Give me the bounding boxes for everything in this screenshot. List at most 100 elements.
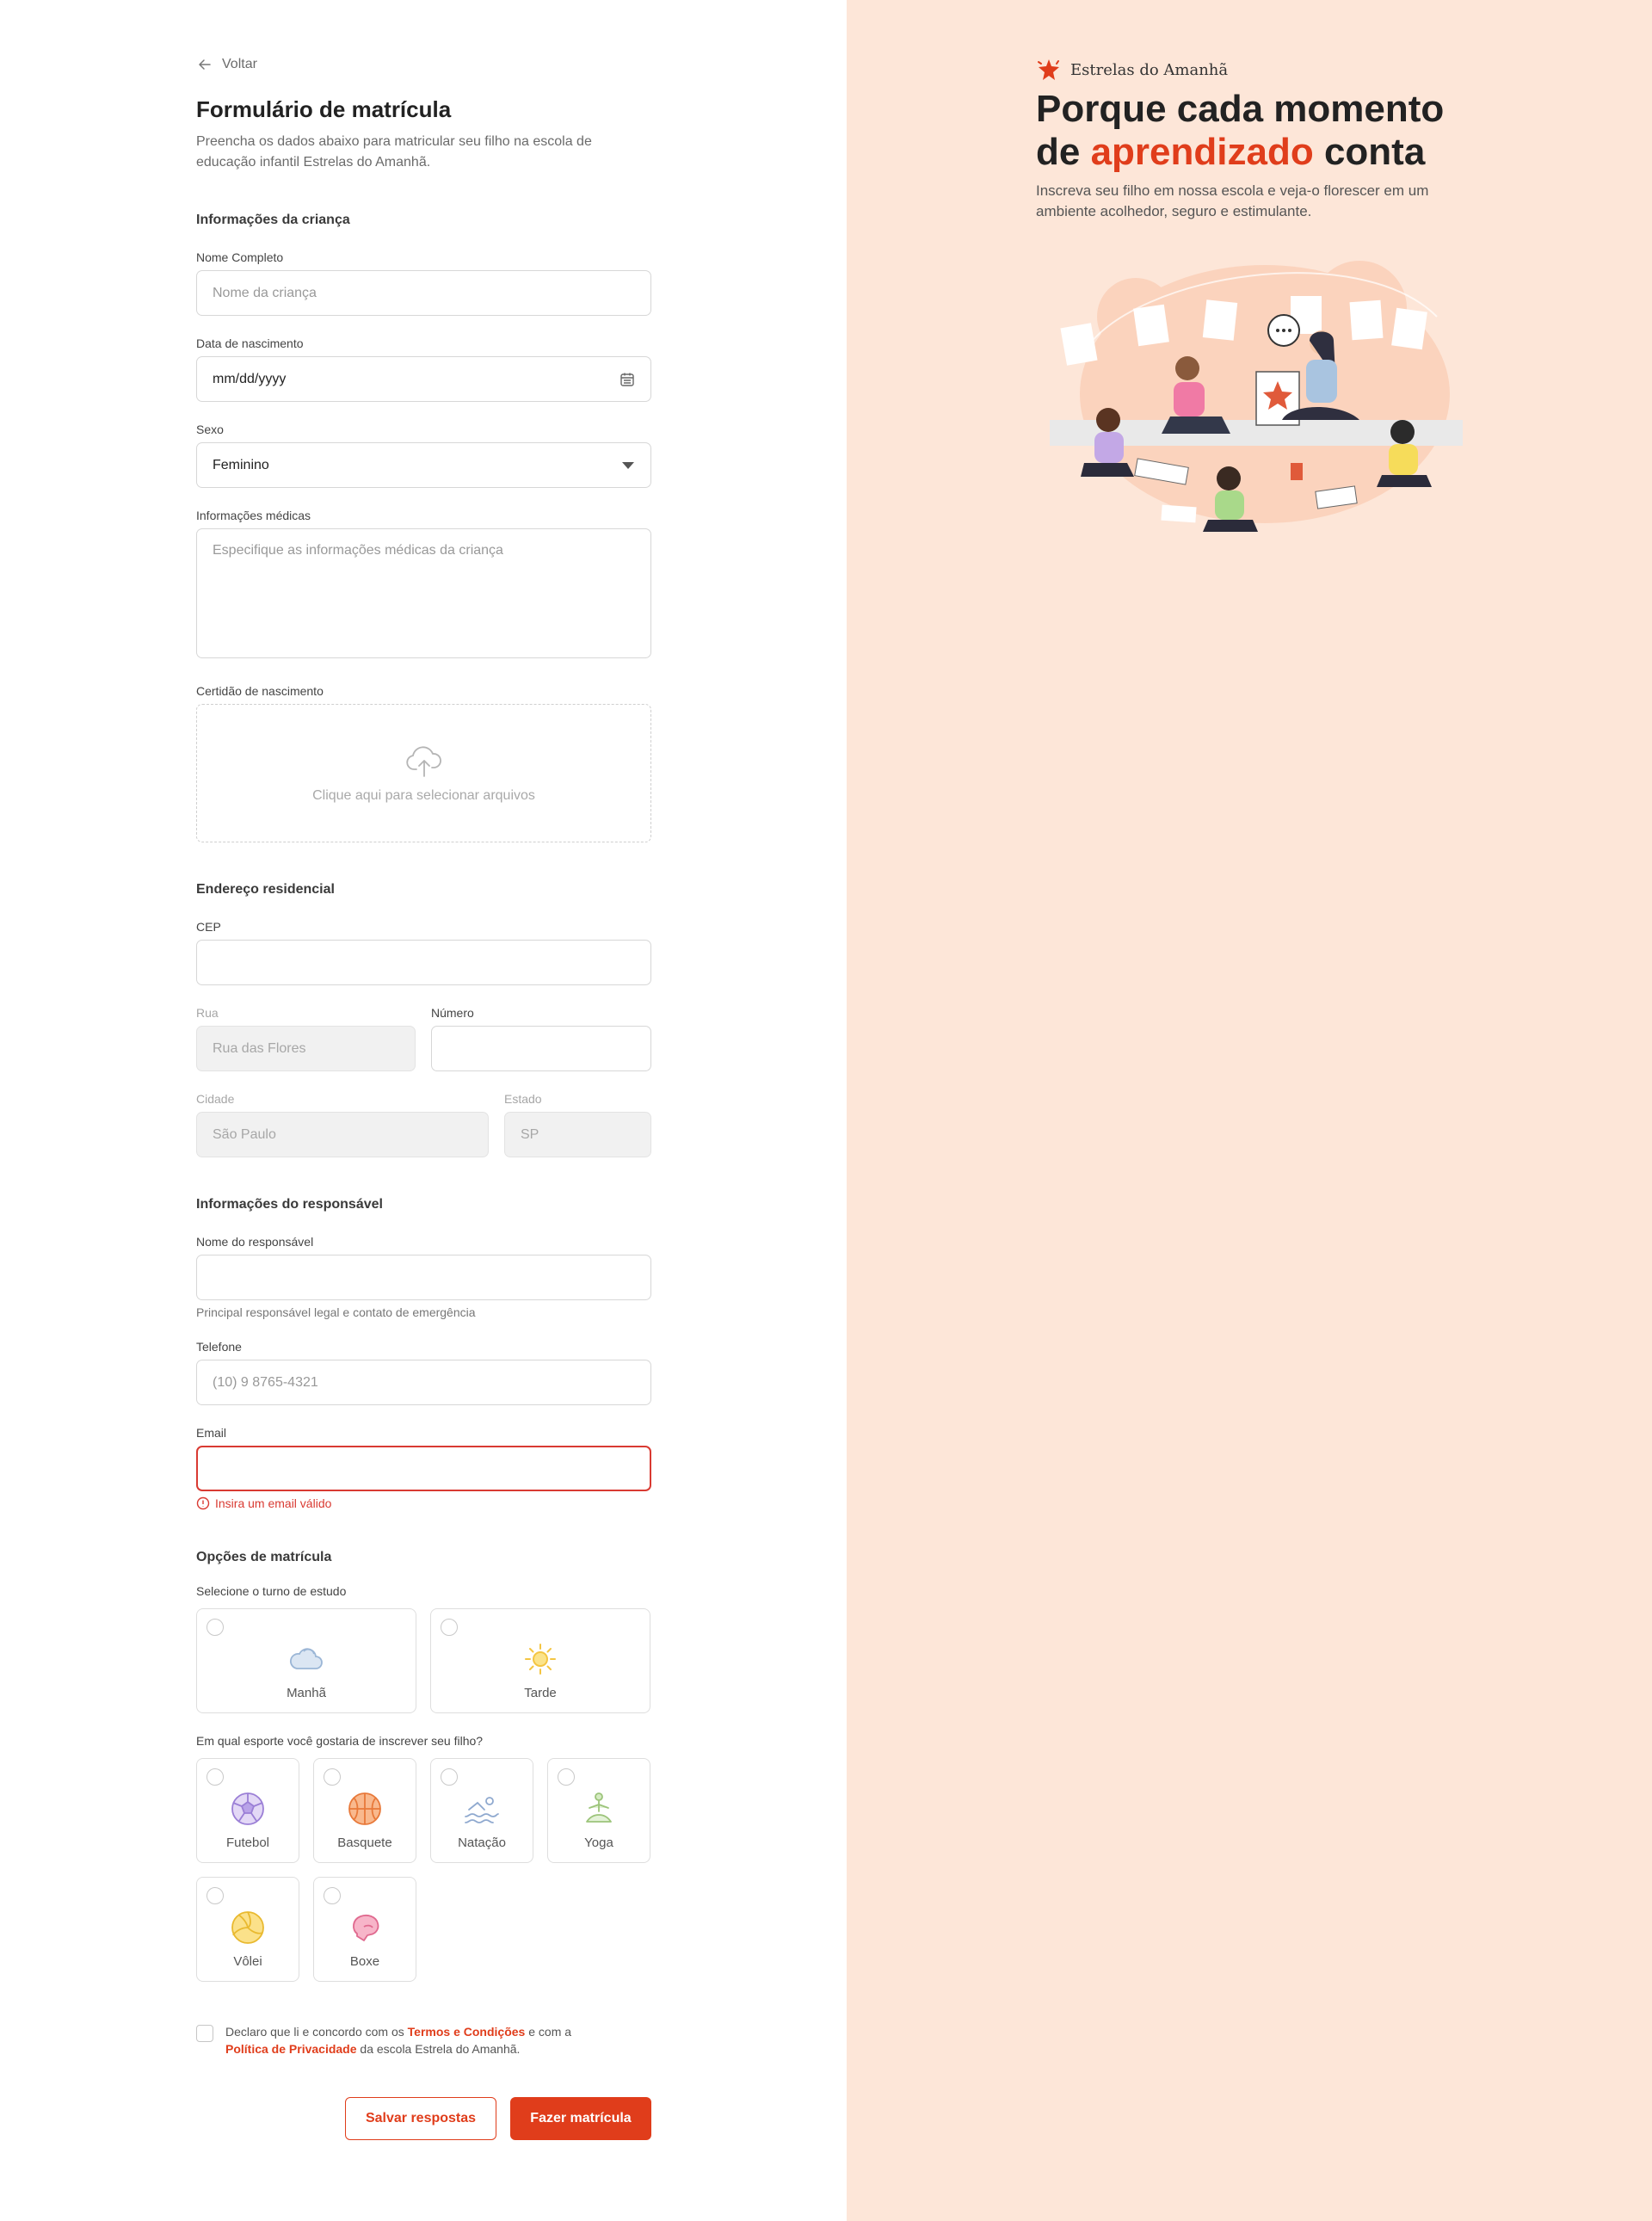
back-label: Voltar bbox=[222, 57, 257, 71]
shift-label-afternoon: Tarde bbox=[524, 1686, 557, 1700]
sport-label-boxing: Boxe bbox=[349, 1954, 380, 1969]
email-input[interactable] bbox=[196, 1446, 651, 1491]
soccer-ball-icon bbox=[231, 1792, 264, 1825]
guardian-name-label: Nome do responsável bbox=[196, 1235, 314, 1249]
sport-label-volleyball: Vôlei bbox=[233, 1954, 262, 1969]
boxing-glove-icon bbox=[353, 1914, 379, 1941]
shift-label-morning: Manhã bbox=[287, 1686, 326, 1700]
city-value: São Paulo bbox=[213, 1126, 276, 1142]
state-value: SP bbox=[521, 1126, 539, 1142]
hero-title-line-2: de aprendizado conta bbox=[1036, 131, 1518, 174]
sport-label-yoga: Yoga bbox=[584, 1835, 613, 1850]
sport-radio-volleyball[interactable] bbox=[206, 1887, 224, 1904]
shift-radio-afternoon[interactable] bbox=[441, 1619, 458, 1636]
sport-card-yoga[interactable]: Yoga bbox=[547, 1758, 650, 1863]
basketball-icon bbox=[348, 1792, 381, 1825]
cep-input[interactable] bbox=[196, 940, 651, 985]
section-enrollment: Opções de matrícula bbox=[196, 1550, 332, 1564]
sex-label: Sexo bbox=[196, 423, 224, 436]
birth-certificate-label: Certidão de nascimento bbox=[196, 684, 324, 698]
birth-date-input[interactable]: mm/dd/yyyy bbox=[196, 356, 651, 402]
sport-label: Em qual esporte você gostaria de inscrev… bbox=[196, 1734, 484, 1748]
sex-value: Feminino bbox=[213, 457, 269, 472]
terms-link[interactable]: Termos e Condições bbox=[408, 2025, 526, 2039]
terms-text: Declaro que li e concordo com os Termos … bbox=[225, 2023, 571, 2058]
terms-agreement: Declaro que li e concordo com os Termos … bbox=[196, 2023, 651, 2058]
swimmer-icon bbox=[465, 1797, 499, 1823]
caret-down-icon bbox=[621, 461, 635, 470]
submit-button[interactable]: Fazer matrícula bbox=[510, 2097, 651, 2140]
arrow-left-icon bbox=[199, 59, 211, 70]
sport-radio-boxing[interactable] bbox=[324, 1887, 341, 1904]
city-label: Cidade bbox=[196, 1092, 235, 1106]
guardian-name-input[interactable] bbox=[196, 1255, 651, 1300]
shift-radio-morning[interactable] bbox=[206, 1619, 224, 1636]
form-actions: Salvar respostas Fazer matrícula bbox=[196, 2097, 651, 2140]
file-upload-dropzone[interactable]: Clique aqui para selecionar arquivos bbox=[196, 704, 651, 842]
number-label: Número bbox=[431, 1006, 474, 1020]
section-address: Endereço residencial bbox=[196, 882, 335, 897]
sport-card-volleyball[interactable]: Vôlei bbox=[196, 1877, 299, 1982]
sun-icon bbox=[525, 1644, 556, 1675]
sport-radio-swimming[interactable] bbox=[441, 1768, 458, 1786]
state-label: Estado bbox=[504, 1092, 542, 1106]
hero-title-line-2-post: conta bbox=[1313, 131, 1426, 173]
cep-label: CEP bbox=[196, 920, 221, 934]
section-child-info: Informações da criança bbox=[196, 213, 350, 227]
sport-card-boxing[interactable]: Boxe bbox=[313, 1877, 416, 1982]
email-error-text: Insira um email válido bbox=[215, 1496, 332, 1510]
email-label: Email bbox=[196, 1426, 227, 1440]
phone-placeholder: (10) 9 8765-4321 bbox=[213, 1374, 318, 1390]
sex-select[interactable]: Feminino bbox=[196, 442, 651, 488]
shift-card-afternoon[interactable]: Tarde bbox=[430, 1608, 650, 1713]
phone-input[interactable]: (10) 9 8765-4321 bbox=[196, 1360, 651, 1405]
star-logo-icon bbox=[1038, 59, 1059, 80]
state-input: SP bbox=[504, 1112, 651, 1157]
privacy-link[interactable]: Política de Privacidade bbox=[225, 2042, 357, 2056]
save-button[interactable]: Salvar respostas bbox=[345, 2097, 496, 2140]
number-input[interactable] bbox=[431, 1026, 651, 1071]
email-error: Insira um email válido bbox=[196, 1496, 651, 1510]
sport-card-swimming[interactable]: Natação bbox=[430, 1758, 533, 1863]
sport-radio-yoga[interactable] bbox=[558, 1768, 575, 1786]
medical-info-label: Informações médicas bbox=[196, 509, 311, 522]
sport-label-basketball: Basquete bbox=[337, 1835, 392, 1850]
terms-text-part-1: Declaro que li e concordo com os bbox=[225, 2025, 408, 2039]
alert-circle-icon bbox=[196, 1496, 210, 1510]
enrollment-form: Voltar Formulário de matrícula Preencha … bbox=[196, 52, 651, 2140]
hero-title-line-2-pre: de bbox=[1036, 131, 1091, 173]
hero-title: Porque cada momento de aprendizado conta bbox=[1036, 88, 1518, 174]
hero-title-line-1: Porque cada momento bbox=[1036, 88, 1445, 130]
hero-subtitle: Inscreva seu filho em nossa escola e vej… bbox=[1036, 182, 1429, 219]
child-name-label: Nome Completo bbox=[196, 250, 284, 264]
city-input: São Paulo bbox=[196, 1112, 489, 1157]
terms-checkbox[interactable] bbox=[196, 2025, 213, 2042]
sport-card-soccer[interactable]: Futebol bbox=[196, 1758, 299, 1863]
sport-radio-soccer[interactable] bbox=[206, 1768, 224, 1786]
medical-info-textarea[interactable]: Especifique as informações médicas da cr… bbox=[196, 528, 651, 658]
page-title: Formulário de matrícula bbox=[196, 96, 452, 122]
form-panel: Voltar Formulário de matrícula Preencha … bbox=[0, 0, 847, 2221]
birth-date-label: Data de nascimento bbox=[196, 336, 304, 350]
medical-info-placeholder: Especifique as informações médicas da cr… bbox=[213, 543, 503, 558]
cloud-upload-icon bbox=[405, 745, 441, 777]
page-subtitle: Preencha os dados abaixo para matricular… bbox=[196, 134, 592, 170]
calendar-icon[interactable] bbox=[620, 372, 635, 387]
back-link[interactable]: Voltar bbox=[196, 52, 651, 77]
sport-radio-basketball[interactable] bbox=[324, 1768, 341, 1786]
brand-name: Estrelas do Amanhã bbox=[1070, 60, 1229, 79]
yoga-icon bbox=[586, 1792, 612, 1823]
street-label: Rua bbox=[196, 1006, 219, 1020]
terms-text-part-3: da escola Estrela do Amanhã. bbox=[356, 2042, 521, 2056]
guardian-name-hint: Principal responsável legal e contato de… bbox=[196, 1305, 476, 1319]
phone-label: Telefone bbox=[196, 1340, 242, 1354]
birth-date-value: mm/dd/yyyy bbox=[213, 371, 287, 386]
terms-text-part-2: e com a bbox=[525, 2025, 572, 2039]
shift-card-morning[interactable]: Manhã bbox=[196, 1608, 416, 1713]
child-name-input[interactable]: Nome da criança bbox=[196, 270, 651, 316]
hero-title-accent: aprendizado bbox=[1090, 131, 1314, 173]
street-value: Rua das Flores bbox=[213, 1040, 306, 1056]
sport-card-basketball[interactable]: Basquete bbox=[313, 1758, 416, 1863]
child-name-placeholder: Nome da criança bbox=[213, 285, 317, 300]
classroom-illustration bbox=[1050, 261, 1463, 532]
